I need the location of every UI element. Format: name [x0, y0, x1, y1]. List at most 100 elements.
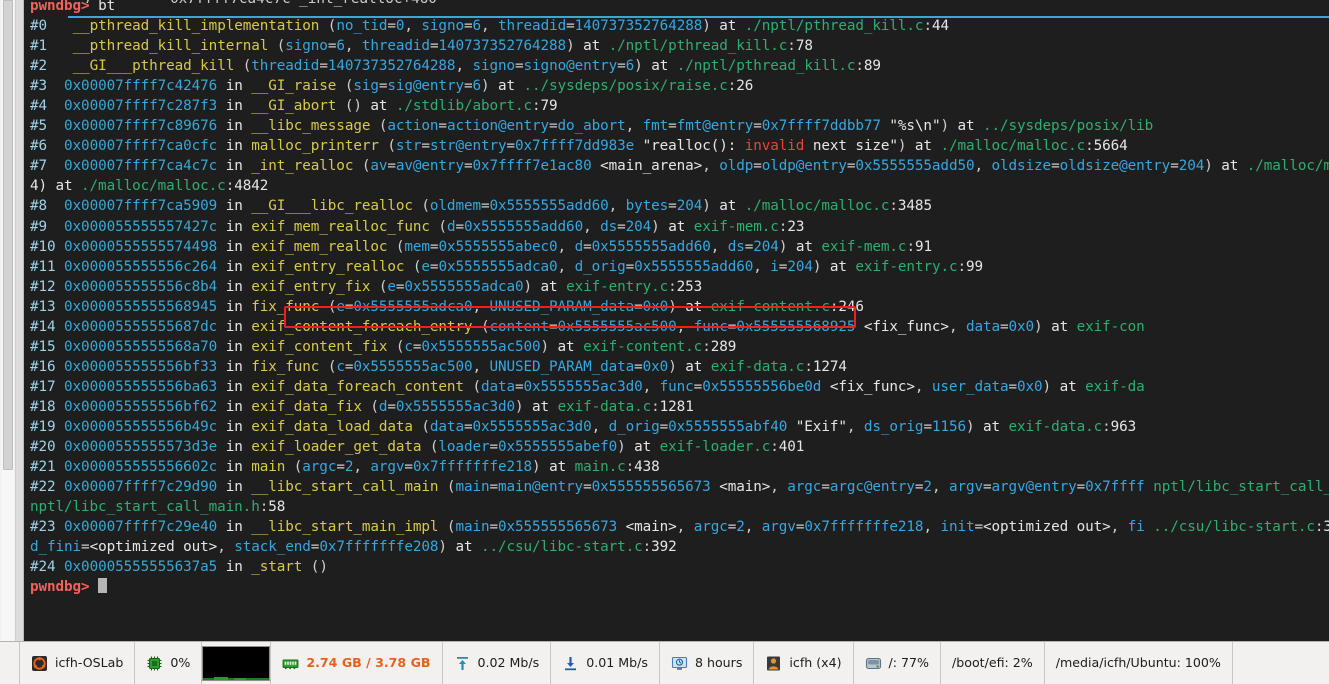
frame-source-file: exif-content.c	[710, 298, 830, 315]
backtrace-frame-3[interactable]: #3 0x00007ffff7c42476 in __GI_raise (sig…	[30, 76, 1329, 96]
statusbar-disk-media[interactable]: /media/icfh/Ubuntu: 100%	[1045, 642, 1233, 684]
frame-address: 0x000055555556bf33	[64, 358, 218, 375]
frame-in-keyword: in	[225, 98, 243, 115]
backtrace-frame-19[interactable]: #19 0x000055555556b49c in exif_data_load…	[30, 417, 1329, 437]
frame-source-file: exif-content.c	[583, 338, 703, 355]
cpu-icon	[146, 655, 163, 672]
frame-line-number: 91	[914, 238, 932, 255]
backtrace-frame-20[interactable]: #20 0x0000555555573d3e in exif_loader_ge…	[30, 437, 1329, 457]
frame-function: __GI_raise	[251, 78, 337, 95]
backtrace-frame-14[interactable]: #14 0x00005555555687dc in exif_content_f…	[30, 317, 1329, 337]
frame-number: #17	[30, 378, 56, 395]
system-status-bar: icfh-OSLab 0% 2.74 GB / 3.78 GB 0.02 Mb/…	[0, 641, 1329, 684]
backtrace-frame-7[interactable]: #7 0x00007ffff7ca4c7c in _int_realloc (a…	[30, 156, 1329, 176]
frame-address: 0x000055555556bf62	[64, 398, 218, 415]
disk-boot-label: /boot/efi: 2%	[952, 654, 1033, 670]
frame-address: 0x00007ffff7ca4c7c	[64, 158, 218, 175]
backtrace-frame-22-cont: nptl/libc_start_call_main.h:58	[30, 499, 286, 516]
statusbar-cpu[interactable]: 0%	[135, 642, 203, 684]
frame-line-number: 253	[676, 278, 703, 295]
frame-address: 0x00007ffff7c29e40	[64, 519, 218, 536]
terminal-scrollbar[interactable]	[0, 0, 16, 641]
backtrace-frame-1[interactable]: #1 __pthread_kill_internal (signo=6, thr…	[30, 36, 1329, 56]
frame-number: #9	[30, 218, 56, 235]
statusbar-upload[interactable]: 0.02 Mb/s	[443, 642, 552, 684]
disk-icon	[865, 655, 882, 672]
frame-line-number: 1281	[659, 398, 694, 415]
frame-in-keyword: in	[225, 459, 243, 476]
backtrace-frame-15[interactable]: #15 0x0000555555568a70 in exif_content_f…	[30, 337, 1329, 357]
frame-source-file: exif-mem.c	[693, 218, 779, 235]
command-text: bt	[98, 0, 116, 14]
backtrace-frame-0[interactable]: #0 __pthread_kill_implementation (no_tid…	[30, 16, 1329, 36]
backtrace-frame-10[interactable]: #10 0x0000555555574498 in exif_mem_reall…	[30, 237, 1329, 257]
backtrace-frame-24[interactable]: #24 0x00005555555637a5 in _start ()	[30, 557, 1329, 577]
frame-number: #7	[30, 158, 56, 175]
frame-source-file: exif-loader.c	[659, 439, 771, 456]
backtrace-frame-9[interactable]: #9 0x000055555557427c in exif_mem_reallo…	[30, 217, 1329, 237]
frame-line-number: 4842	[234, 178, 269, 195]
frame-source-file: exif-entry.c	[855, 258, 958, 275]
backtrace-frame-12[interactable]: #12 0x000055555556c8b4 in exif_entry_fix…	[30, 277, 1329, 297]
backtrace-frame-4[interactable]: #4 0x00007ffff7c287f3 in __GI_abort () a…	[30, 96, 1329, 116]
frame-function: exif_entry_fix	[251, 278, 371, 295]
frame-line-number: 289	[710, 338, 737, 355]
frame-number: #5	[30, 118, 56, 135]
statusbar-users[interactable]: icfh (x4)	[754, 642, 854, 684]
statusbar-disk-boot[interactable]: /boot/efi: 2%	[941, 642, 1045, 684]
backtrace-frame-13[interactable]: #13 0x0000555555568945 in fix_func (e=0x…	[30, 297, 1329, 317]
frame-function: _int_realloc	[251, 158, 354, 175]
frame-function: exif_mem_realloc_func	[251, 218, 430, 235]
backtrace-frame-11[interactable]: #11 0x000055555556c264 in exif_entry_rea…	[30, 257, 1329, 277]
user-icon	[765, 655, 782, 672]
final-prompt-line[interactable]: pwndbg>	[30, 577, 1329, 597]
frame-function: exif_data_load_data	[251, 418, 413, 435]
scrollbar-thumb[interactable]	[3, 0, 13, 470]
disk-media-label: /media/icfh/Ubuntu: 100%	[1055, 654, 1221, 670]
frame-in-keyword: in	[225, 479, 243, 496]
frame-number: #13	[30, 298, 56, 315]
frame-address: 0x0000555555568945	[64, 298, 218, 315]
backtrace-frame-22[interactable]: #22 0x00007ffff7c29d90 in __libc_start_c…	[30, 477, 1329, 497]
backtrace-frame-5[interactable]: #5 0x00007ffff7c89676 in __libc_message …	[30, 116, 1329, 136]
backtrace-frame-23[interactable]: #23 0x00007ffff7c29e40 in __libc_start_m…	[30, 517, 1329, 537]
terminal-output[interactable]: 7 0x7ffff7ca4c7c _int_realloc+460 pwndbg…	[24, 0, 1329, 641]
frame-address: 0x00007ffff7c42476	[64, 78, 218, 95]
frame-source-file: ../sysdeps/posix/raise.c	[523, 78, 728, 95]
statusbar-uptime[interactable]: 8 hours	[660, 642, 755, 684]
statusbar-disk-root[interactable]: /: 77%	[854, 642, 942, 684]
statusbar-hostname[interactable]: icfh-OSLab	[20, 642, 136, 684]
frame-number: #4	[30, 98, 56, 115]
ubuntu-logo-icon	[31, 655, 48, 672]
frame-number: #21	[30, 459, 56, 476]
frame-address: 0x00007ffff7ca0cfc	[64, 138, 218, 155]
frame-function: __libc_message	[251, 118, 371, 135]
backtrace-frame-8[interactable]: #8 0x00007ffff7ca5909 in __GI___libc_rea…	[30, 196, 1329, 216]
frame-in-keyword: in	[225, 158, 243, 175]
frame-source-file: exif-da	[1085, 378, 1145, 395]
backtrace-frame-16[interactable]: #16 0x000055555556bf33 in fix_func (c=0x…	[30, 357, 1329, 377]
statusbar-memory[interactable]: 2.74 GB / 3.78 GB	[271, 642, 443, 684]
terminal-area: 7 0x7ffff7ca4c7c _int_realloc+460 pwndbg…	[0, 0, 1329, 641]
statusbar-download[interactable]: 0.01 Mb/s	[551, 642, 660, 684]
error-keyword: invalid	[744, 138, 805, 155]
frame-address: 0x0000555555568a70	[64, 338, 218, 355]
backtrace-frame-6[interactable]: #6 0x00007ffff7ca0cfc in malloc_printerr…	[30, 136, 1329, 156]
frame-function: __pthread_kill_implementation	[72, 18, 320, 35]
backtrace-frame-2[interactable]: #2 __GI___pthread_kill (threadid=1407373…	[30, 56, 1329, 76]
frame-wrap-text: 4) at	[30, 178, 82, 195]
frame-function: __GI_abort	[251, 98, 337, 115]
frame-line-number: 78	[795, 38, 813, 55]
backtrace-frame-17[interactable]: #17 0x000055555556ba63 in exif_data_fore…	[30, 377, 1329, 397]
frame-address: 0x000055555556c264	[64, 258, 218, 275]
statusbar-cpu-graph[interactable]	[202, 642, 272, 684]
backtrace-frame-23-cont: d_fini=<optimized out>, stack_end=0x7fff…	[30, 539, 677, 556]
frame-function: exif_mem_realloc	[251, 238, 388, 255]
backtrace-frame-21[interactable]: #21 0x000055555556602c in main (argc=2, …	[30, 457, 1329, 477]
frame-number: #16	[30, 358, 56, 375]
frame-address: 0x000055555556602c	[64, 459, 218, 476]
backtrace-frame-18[interactable]: #18 0x000055555556bf62 in exif_data_fix …	[30, 397, 1329, 417]
frame-line-number: 44	[931, 18, 949, 35]
frame-in-keyword: in	[225, 118, 243, 135]
frame-source-file: exif-con	[1076, 318, 1145, 335]
